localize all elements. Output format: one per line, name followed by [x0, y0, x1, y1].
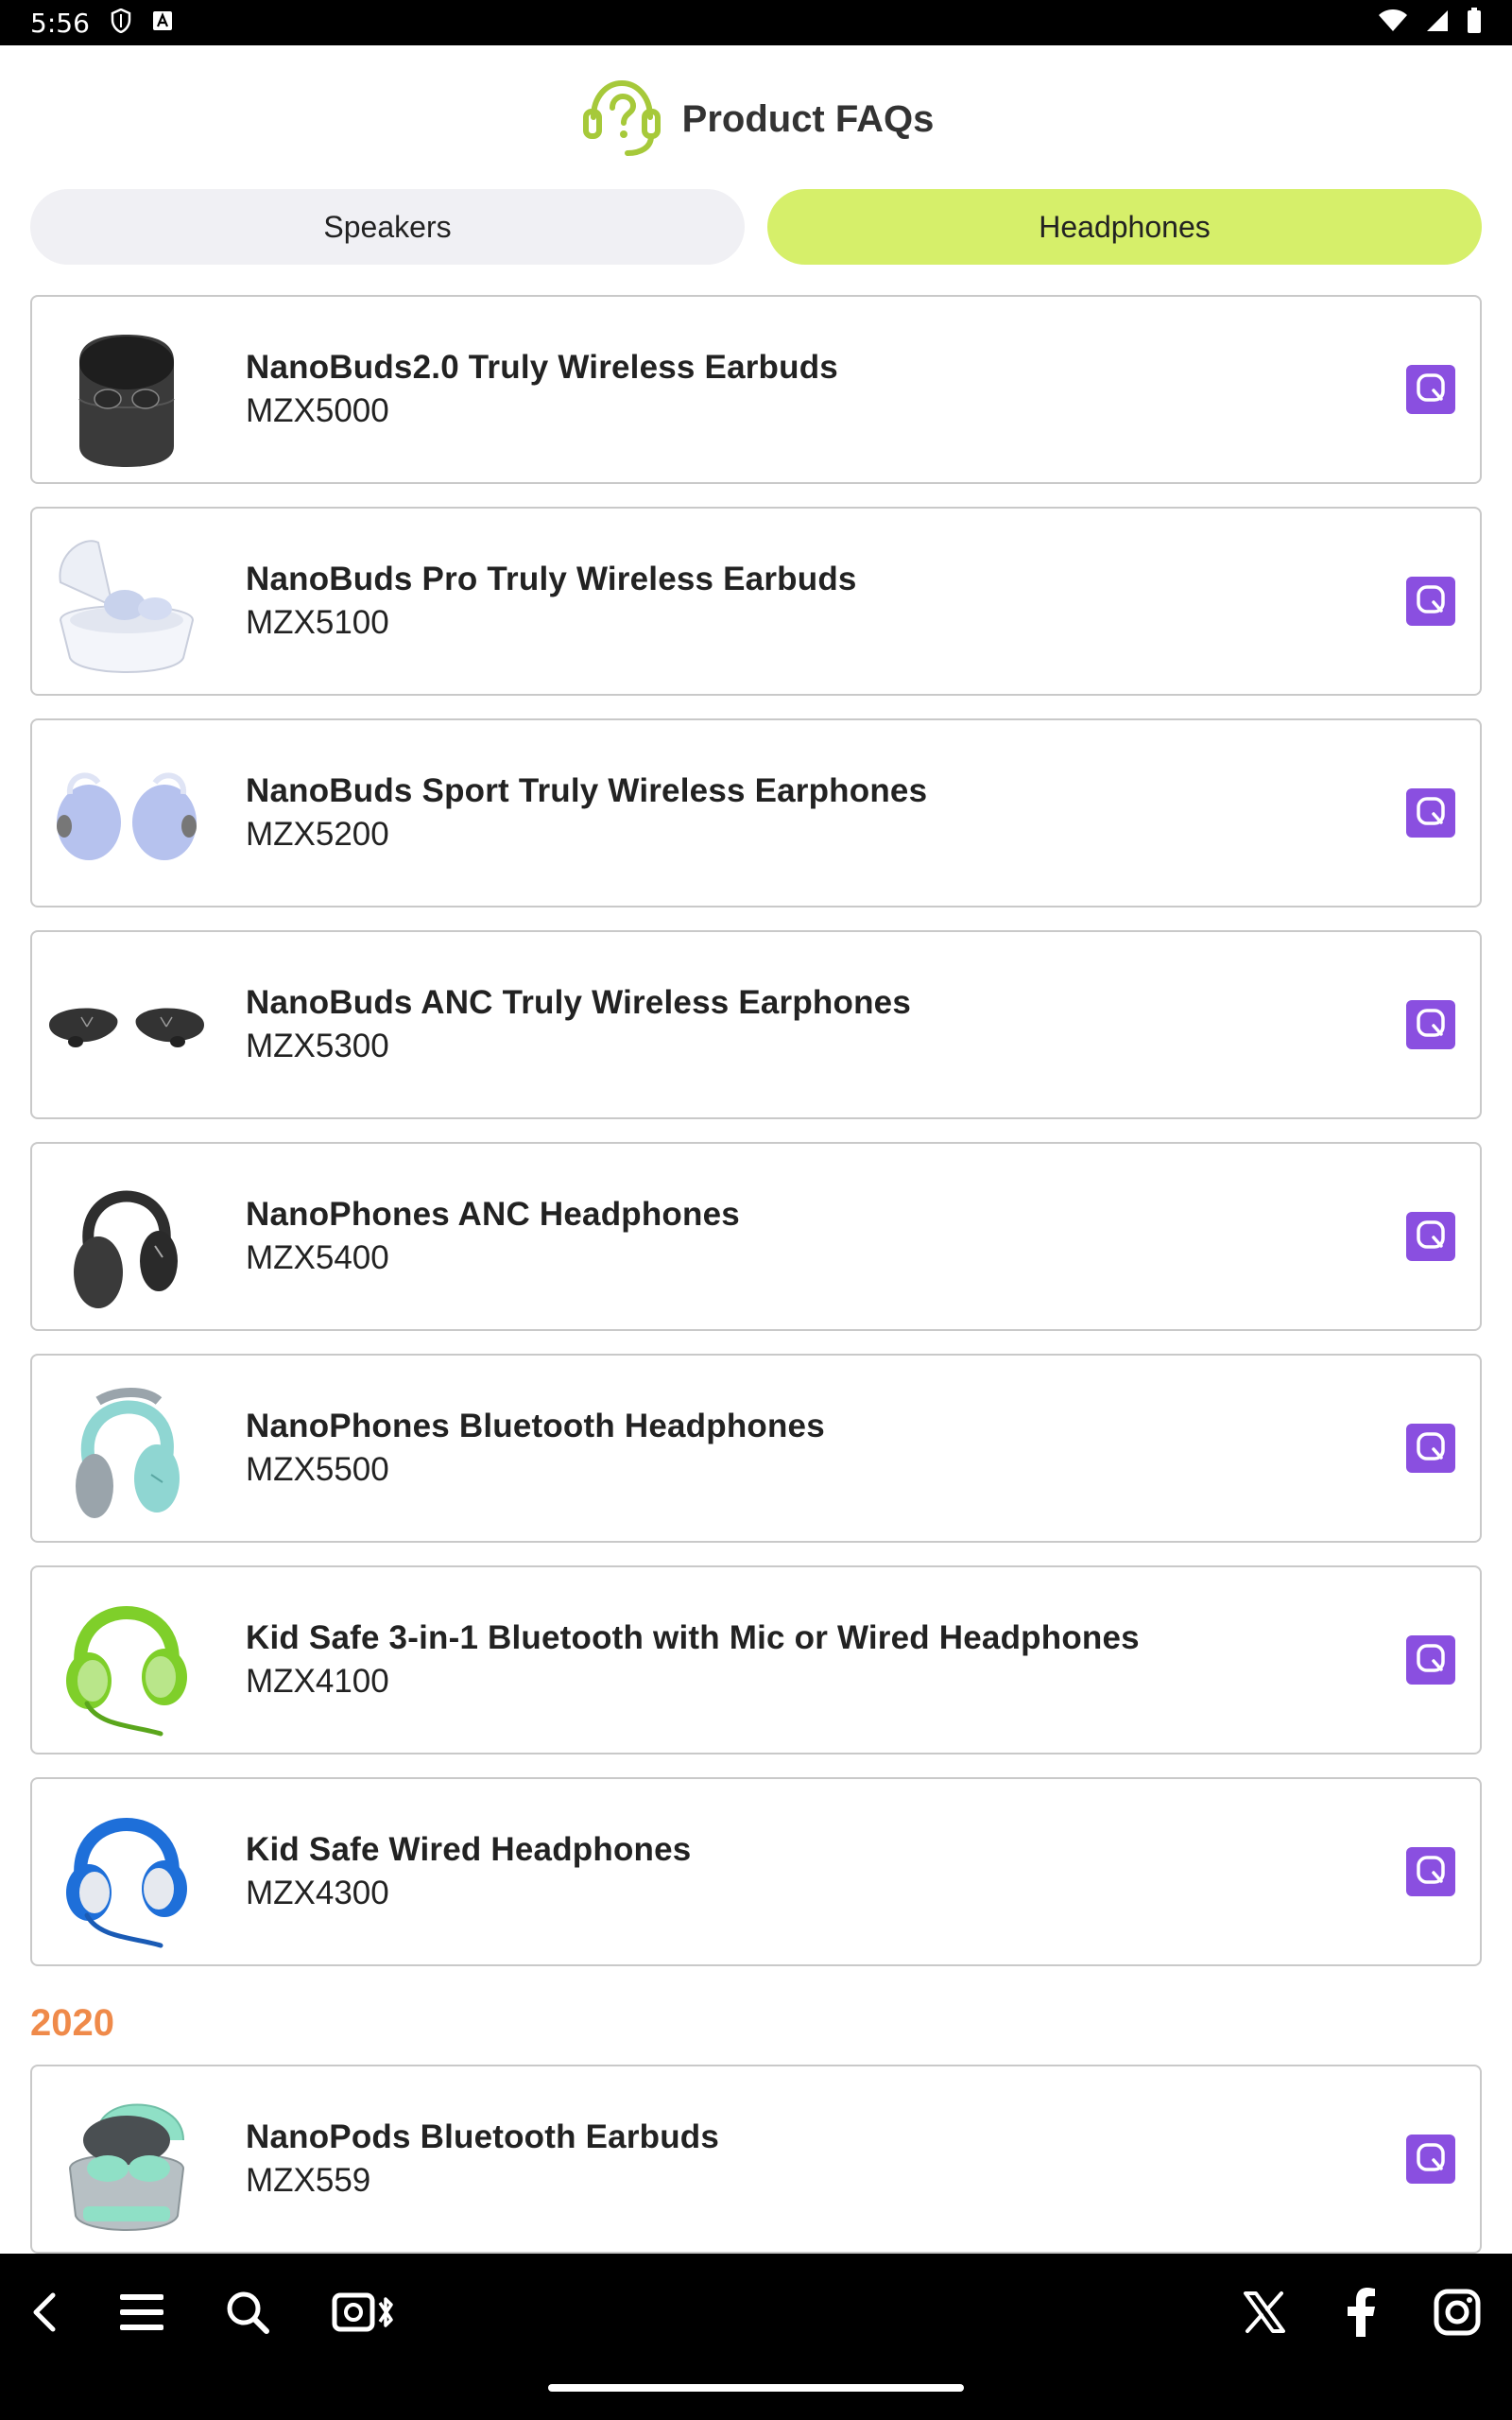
product-model: MZX5500 [246, 1451, 389, 1488]
product-model: MZX5000 [246, 392, 389, 429]
faq-q-button[interactable] [1406, 1000, 1455, 1049]
product-card[interactable]: NanoPhones Bluetooth Headphones MZX5500 [30, 1354, 1482, 1543]
faq-q-button[interactable] [1406, 2135, 1455, 2184]
product-card[interactable]: NanoBuds Pro Truly Wireless Earbuds MZX5… [30, 507, 1482, 696]
product-list-2020: NanoPods Bluetooth Earbuds MZX559 [30, 2065, 1482, 2276]
product-card[interactable]: Kid Safe 3-in-1 Bluetooth with Mic or Wi… [30, 1565, 1482, 1754]
product-card[interactable]: NanoBuds Sport Truly Wireless Earphones … [30, 718, 1482, 908]
earbuds-case-image [32, 297, 221, 482]
product-name: NanoBuds2.0 Truly Wireless Earbuds [246, 349, 838, 386]
q-icon [1415, 583, 1447, 620]
anc-earphones-image [32, 932, 221, 1117]
headphones-image [32, 1144, 221, 1329]
product-model: MZX5200 [246, 816, 389, 853]
bottom-nav-bar [0, 2254, 1512, 2420]
q-icon [1415, 1642, 1447, 1679]
q-icon [1415, 1430, 1447, 1467]
battery-icon [1467, 7, 1482, 39]
product-model: MZX4300 [246, 1875, 389, 1911]
product-model: MZX5400 [246, 1239, 389, 1276]
support-headset-icon [578, 74, 665, 165]
product-name: Kid Safe Wired Headphones [246, 1831, 692, 1868]
headphones-image [32, 1356, 221, 1541]
earbuds-case-image [32, 2066, 221, 2252]
product-card[interactable]: NanoBuds2.0 Truly Wireless Earbuds MZX50… [30, 295, 1482, 484]
facebook-icon[interactable] [1331, 2282, 1391, 2342]
faq-q-button[interactable] [1406, 1212, 1455, 1261]
product-model: MZX4100 [246, 1663, 389, 1700]
product-list: NanoBuds2.0 Truly Wireless Earbuds MZX50… [30, 295, 1482, 1989]
product-card[interactable]: NanoPods Bluetooth Earbuds MZX559 [30, 2065, 1482, 2254]
product-model: MZX5300 [246, 1028, 389, 1064]
faq-q-button[interactable] [1406, 365, 1455, 414]
product-name: Kid Safe 3-in-1 Bluetooth with Mic or Wi… [246, 1619, 1140, 1656]
q-icon [1415, 372, 1447, 408]
signal-icon [1425, 9, 1450, 38]
kids-headphones-image [32, 1567, 221, 1753]
q-icon [1415, 2141, 1447, 2178]
sport-earphones-image [32, 720, 221, 906]
product-card[interactable]: NanoPhones ANC Headphones MZX5400 [30, 1142, 1482, 1331]
q-icon [1415, 1854, 1447, 1891]
faq-q-button[interactable] [1406, 1635, 1455, 1685]
page-title: Product FAQs [681, 97, 935, 140]
faq-q-button[interactable] [1406, 788, 1455, 838]
shield-icon [111, 8, 131, 38]
product-name: NanoPods Bluetooth Earbuds [246, 2118, 720, 2155]
product-name: NanoBuds ANC Truly Wireless Earphones [246, 984, 911, 1021]
tab-headphones[interactable]: Headphones [767, 189, 1482, 265]
product-model: MZX559 [246, 2162, 371, 2199]
home-indicator[interactable] [548, 2384, 964, 2392]
faq-q-button[interactable] [1406, 1847, 1455, 1896]
faq-q-button[interactable] [1406, 577, 1455, 626]
status-bar: 5:56 [0, 0, 1512, 45]
wifi-icon [1378, 9, 1408, 38]
product-name: NanoPhones ANC Headphones [246, 1196, 740, 1233]
product-card[interactable]: Kid Safe Wired Headphones MZX4300 [30, 1777, 1482, 1966]
q-icon [1415, 795, 1447, 832]
page-header: Product FAQs [0, 74, 1512, 164]
product-name: NanoBuds Sport Truly Wireless Earphones [246, 772, 928, 809]
product-model: MZX5100 [246, 604, 389, 641]
notification-a-icon [152, 10, 173, 36]
menu-icon[interactable] [112, 2282, 172, 2342]
q-icon [1415, 1219, 1447, 1255]
instagram-icon[interactable] [1427, 2282, 1487, 2342]
speaker-bluetooth-icon[interactable] [327, 2282, 403, 2342]
kids-headphones-image [32, 1779, 221, 1964]
x-icon[interactable] [1234, 2282, 1295, 2342]
earbuds-case-image [32, 509, 221, 694]
search-icon[interactable] [217, 2282, 278, 2342]
q-icon [1415, 1007, 1447, 1044]
status-time: 5:56 [30, 7, 90, 39]
product-card[interactable]: NanoBuds ANC Truly Wireless Earphones MZ… [30, 930, 1482, 1119]
product-name: NanoPhones Bluetooth Headphones [246, 1408, 825, 1444]
tab-speakers[interactable]: Speakers [30, 189, 745, 265]
faq-q-button[interactable] [1406, 1424, 1455, 1473]
back-icon[interactable] [15, 2282, 76, 2342]
section-year-label: 2020 [30, 2002, 114, 2044]
product-name: NanoBuds Pro Truly Wireless Earbuds [246, 561, 857, 597]
